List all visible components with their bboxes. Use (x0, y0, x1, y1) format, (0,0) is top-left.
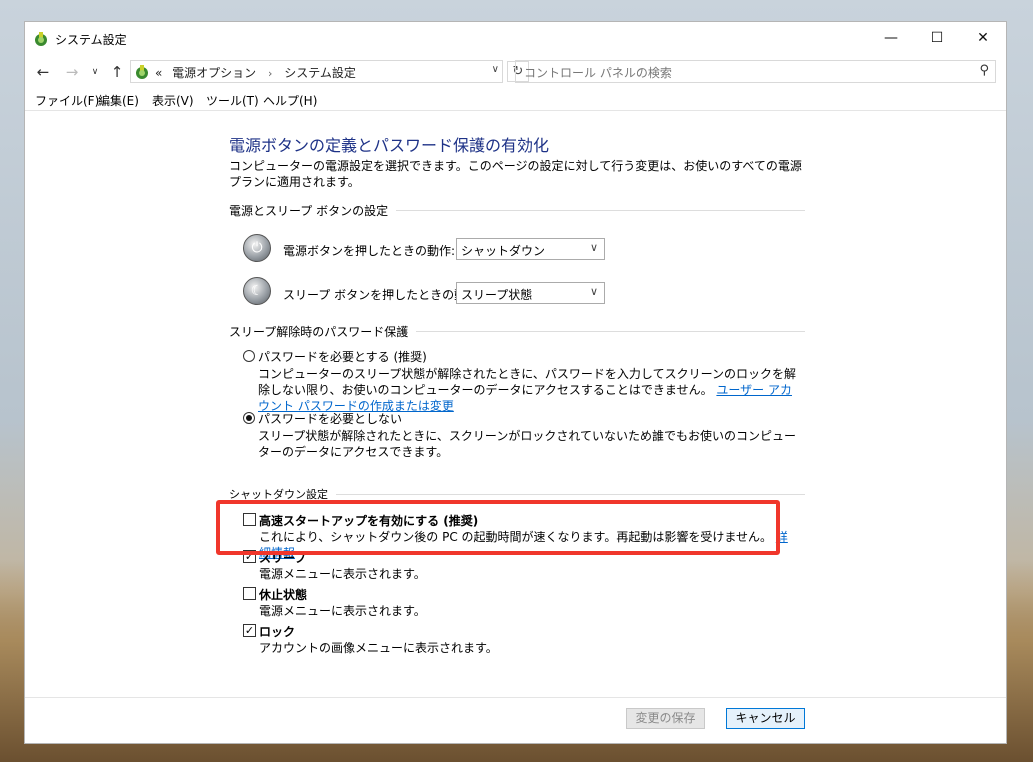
search-icon[interactable]: ⚲ (979, 63, 989, 78)
password-section-header: スリープ解除時のパスワード保護 (229, 323, 805, 340)
hibernate-description: 電源メニューに表示されます。 (259, 604, 426, 618)
no-password-description: スリープ状態が解除されたときに、スクリーンがロックされていないため誰でもお使いの… (258, 429, 796, 459)
menu-bar: ファイル(F) 編集(E) 表示(V) ツール(T) ヘルプ(H) (25, 89, 1006, 111)
page-description: コンピューターの電源設定を選択できます。このページの設定に対して行う変更は、お使… (229, 159, 802, 189)
menu-file[interactable]: ファイル(F) (35, 92, 99, 109)
power-options-icon (35, 32, 47, 46)
no-password-radio[interactable] (243, 412, 255, 424)
maximize-button[interactable]: ☐ (914, 22, 960, 55)
menu-view[interactable]: 表示(V) (152, 92, 194, 109)
address-dropdown-icon[interactable]: ∨ (492, 64, 499, 75)
breadcrumb-item-power-options[interactable]: 電源オプション (172, 66, 256, 80)
lock-label[interactable]: ロック (259, 623, 295, 640)
menu-edit[interactable]: 編集(E) (98, 92, 139, 109)
hibernate-checkbox[interactable] (243, 587, 256, 600)
power-button-label: 電源ボタンを押したときの動作: (283, 244, 456, 258)
breadcrumb: « 電源オプション › システム設定 (155, 64, 356, 81)
address-bar[interactable]: « 電源オプション › システム設定 ∨ (130, 60, 503, 83)
select-value: シャットダウン (461, 244, 546, 258)
recent-chevron-down-icon[interactable]: ∨ (85, 62, 105, 82)
up-arrow-icon[interactable]: ↑ (107, 62, 127, 82)
save-changes-button[interactable]: 変更の保存 (626, 708, 705, 729)
search-placeholder: コントロール パネルの検索 (524, 66, 672, 80)
close-button[interactable]: ✕ (960, 22, 1006, 55)
chevron-down-icon: ∨ (589, 285, 598, 298)
require-password-label[interactable]: パスワードを必要とする (推奨) (258, 348, 427, 365)
footer-bar: 変更の保存 キャンセル (25, 697, 1006, 743)
require-password-radio[interactable] (243, 350, 255, 362)
minimize-button[interactable]: — (868, 22, 914, 55)
menu-help[interactable]: ヘルプ(H) (263, 92, 317, 109)
sleep-button-action-select[interactable]: スリープ状態 ∨ (456, 282, 605, 304)
highlight-box (216, 500, 780, 555)
power-button-icon: ⏻ (243, 234, 271, 262)
control-panel-window: システム設定 — ☐ ✕ ← → ∨ ↑ « 電源オプション › システム設定 … (24, 21, 1007, 744)
page-title: 電源ボタンの定義とパスワード保護の有効化 (229, 136, 550, 155)
lock-description: アカウントの画像メニューに表示されます。 (259, 641, 498, 655)
power-button-action-select[interactable]: シャットダウン ∨ (456, 238, 605, 260)
lock-checkbox[interactable]: ✓ (243, 624, 256, 637)
section-heading: スリープ解除時のパスワード保護 (229, 323, 417, 340)
breadcrumb-item-system-settings[interactable]: システム設定 (284, 66, 356, 80)
search-input[interactable]: コントロール パネルの検索 ⚲ (515, 60, 996, 83)
sleep-button-label: スリープ ボタンを押したときの動作: (283, 288, 483, 302)
power-section-header: 電源とスリープ ボタンの設定 (229, 202, 805, 219)
power-options-icon (136, 65, 148, 79)
no-password-label[interactable]: パスワードを必要としない (258, 410, 402, 427)
main-content: 電源ボタンの定義とパスワード保護の有効化 コンピューターの電源設定を選択できます… (25, 110, 1006, 700)
select-value: スリープ状態 (461, 288, 533, 302)
breadcrumb-overflow[interactable]: « (155, 66, 162, 80)
navigation-bar: ← → ∨ ↑ « 電源オプション › システム設定 ∨ ↻ コントロール パネ… (25, 55, 1006, 87)
section-heading: 電源とスリープ ボタンの設定 (229, 202, 397, 219)
require-password-description: コンピューターのスリープ状態が解除されたときに、パスワードを入力してスクリーンの… (258, 366, 798, 414)
chevron-right-icon: › (268, 67, 273, 80)
cancel-button[interactable]: キャンセル (726, 708, 805, 729)
back-arrow-icon[interactable]: ← (33, 62, 53, 82)
sleep-description: 電源メニューに表示されます。 (259, 567, 426, 581)
sleep-button-icon: ☾ (243, 277, 271, 305)
window-title: システム設定 (55, 33, 127, 47)
forward-arrow-icon[interactable]: → (62, 62, 82, 82)
chevron-down-icon: ∨ (589, 241, 598, 254)
hibernate-label[interactable]: 休止状態 (259, 586, 307, 603)
menu-tools[interactable]: ツール(T) (206, 92, 259, 109)
title-bar: システム設定 — ☐ ✕ (25, 22, 1006, 55)
